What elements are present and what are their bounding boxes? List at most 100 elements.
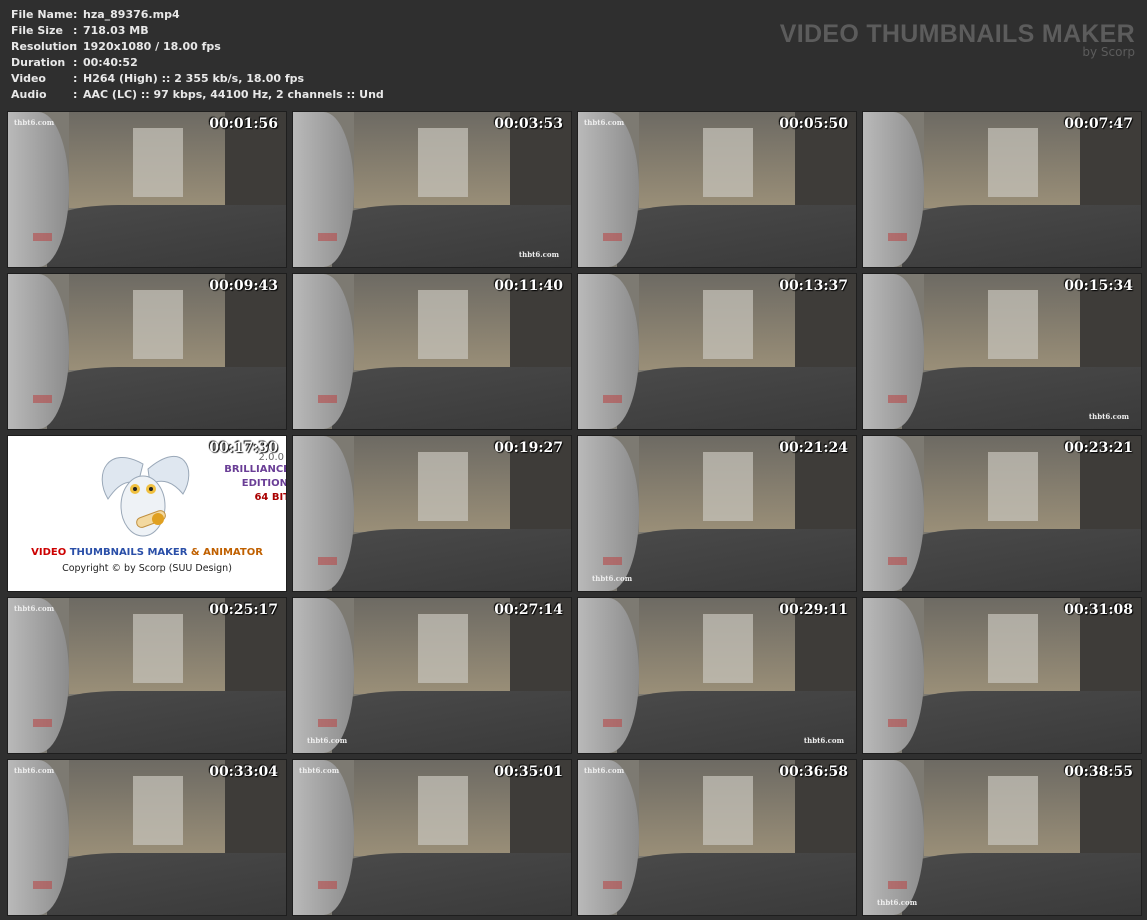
frame-rec-indicator [603,394,623,403]
frame-rec-indicator [33,394,53,403]
thumbnail: thbt6.com 00:03:53 [292,111,572,268]
frame-wall [293,112,355,267]
timestamp: 00:13:37 [779,278,848,294]
timestamp: 00:27:14 [494,602,563,618]
frame-shelf [703,613,754,684]
frame-rec-indicator [603,718,623,727]
thumbnail: 00:11:40 [292,273,572,430]
frame-shelf [703,451,754,522]
thumbnail: 00:07:47 [862,111,1142,268]
info-separator: : [73,56,78,69]
frame-wall [863,760,925,915]
frame-shelf [418,289,469,360]
watermark: thbt6.com [299,766,340,775]
frame-floor [331,853,571,915]
thumbnail: thbt6.com 00:01:56 [7,111,287,268]
info-row: File Name: hza_89376.mp4 [11,7,384,23]
timestamp: 00:11:40 [494,278,563,294]
frame-floor [46,367,286,429]
timestamp: 00:21:24 [779,440,848,456]
info-separator: : [73,88,78,101]
watermark: thbt6.com [584,766,625,775]
frame-shelf [988,451,1039,522]
thumbnail: 00:13:37 [577,273,857,430]
frame-shelf [418,613,469,684]
timestamp: 00:17:30 [209,440,278,456]
frame-rec-indicator [603,880,623,889]
frame-floor [901,691,1141,753]
frame-wall [863,598,925,753]
info-row: Audio: AAC (LC) :: 97 kbps, 44100 Hz, 2 c… [11,87,384,103]
info-label: File Name [11,8,73,21]
frame-wall [578,760,640,915]
frame-rec-indicator [33,232,53,241]
frame-wall [578,436,640,591]
frame-floor [616,205,856,267]
thumbnail: thbt6.com 00:27:14 [292,597,572,754]
thumbnail: thbt6.com 00:15:34 [862,273,1142,430]
thumbnail: thbt6.com 00:05:50 [577,111,857,268]
frame-shelf [133,289,184,360]
brand-logo: VIDEO THUMBNAILS MAKER by Scorp [780,20,1135,59]
product-name-part: & ANIMATOR [190,547,263,558]
info-value: H264 (High) :: 2 355 kb/s, 18.00 fps [83,72,305,85]
info-label: Duration [11,56,66,69]
thumbnail: thbt6.com 00:29:11 [577,597,857,754]
frame-floor [616,853,856,915]
info-row: File Size:718.03 MB [11,23,384,39]
frame-rec-indicator [318,394,338,403]
timestamp: 00:31:08 [1064,602,1133,618]
frame-shelf [418,127,469,198]
info-row: Duration:00:40:52 [11,55,384,71]
frame-shelf [133,613,184,684]
watermark: thbt6.com [518,250,559,259]
frame-wall [8,112,70,267]
frame-shelf [133,775,184,846]
frame-wall [578,112,640,267]
frame-rec-indicator [603,232,623,241]
timestamp: 00:25:17 [209,602,278,618]
watermark: thbt6.com [803,736,844,745]
copyright-text: Copyright © by Scorp (SUU Design) [62,563,232,574]
watermark: thbt6.com [14,118,55,127]
info-separator: : [73,8,78,21]
info-row: Resolution:1920x1080 / 18.00 fps [11,39,384,55]
frame-wall [863,112,925,267]
info-row: Video: H264 (High) :: 2 355 kb/s, 18.00 f… [11,71,384,87]
frame-shelf [988,127,1039,198]
frame-shelf [418,451,469,522]
timestamp: 00:23:21 [1064,440,1133,456]
watermark: thbt6.com [877,898,918,907]
product-name-part: VIDEO [31,547,67,558]
frame-shelf [988,613,1039,684]
info-separator: : [73,24,78,37]
frame-wall [8,760,70,915]
frame-rec-indicator [888,394,908,403]
info-value: 718.03 MB [83,24,149,37]
timestamp: 00:19:27 [494,440,563,456]
bitness-text: 64 BIT [254,492,287,503]
info-value: AAC (LC) :: 97 kbps, 44100 Hz, 2 channel… [83,88,384,101]
timestamp: 00:15:34 [1064,278,1133,294]
thumbnail: thbt6.com 00:25:17 [7,597,287,754]
info-value: 00:40:52 [83,56,138,69]
info-separator: : [73,72,78,85]
thumbnail: thbt6.com 00:33:04 [7,759,287,916]
frame-rec-indicator [888,718,908,727]
frame-rec-indicator [318,556,338,565]
info-value: hza_89376.mp4 [83,8,180,21]
frame-floor [616,367,856,429]
frame-floor [331,691,571,753]
frame-wall [293,598,355,753]
frame-floor [901,529,1141,591]
frame-shelf [988,775,1039,846]
timestamp: 00:38:55 [1064,764,1133,780]
frame-floor [616,529,856,591]
frame-rec-indicator [318,232,338,241]
watermark: thbt6.com [584,118,625,127]
frame-shelf [133,127,184,198]
frame-floor [901,853,1141,915]
frame-floor [331,367,571,429]
thumbnail: 00:19:27 [292,435,572,592]
info-label: File Size [11,24,63,37]
